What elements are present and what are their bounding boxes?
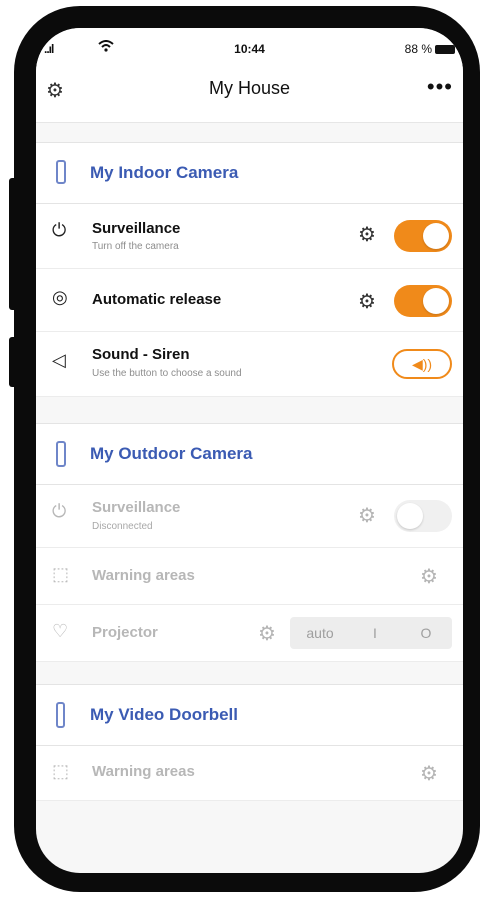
- projector-mode-off[interactable]: O: [400, 617, 452, 649]
- power-icon: ⏻: [52, 501, 67, 521]
- surveillance-toggle[interactable]: [394, 220, 452, 252]
- phone-side-button-small: [9, 337, 17, 387]
- row-automatic-release: ◎ Automatic release ⚙: [36, 269, 463, 332]
- projector-mode-selector: auto I O: [290, 617, 452, 649]
- row-outdoor-warning-areas[interactable]: ⬚ Warning areas ⚙: [36, 548, 463, 605]
- row-sublabel: Disconnected: [92, 521, 153, 532]
- projector-settings-icon[interactable]: ⚙: [258, 621, 276, 646]
- row-sound-siren: ◁ Sound - Siren Use the button to choose…: [36, 332, 463, 397]
- power-icon: ⏻: [52, 220, 67, 240]
- battery-percent: 88 %: [404, 42, 432, 56]
- row-label: Projector: [92, 624, 158, 641]
- choose-sound-button[interactable]: ◀)): [392, 349, 452, 379]
- app-screen: ..ıl 10:44 88 % ⚙ My House ••• My Indoor…: [36, 28, 463, 873]
- toggle-knob: [397, 503, 423, 529]
- toggle-knob: [423, 288, 449, 314]
- row-label: Surveillance: [92, 499, 181, 516]
- outdoor-camera-title: My Outdoor Camera: [90, 444, 253, 463]
- warning-area-icon: ⬚: [52, 761, 70, 781]
- row-doorbell-warning-areas[interactable]: ⬚ Warning areas ⚙: [36, 746, 463, 801]
- doorbell-warning-settings-icon[interactable]: ⚙: [420, 761, 438, 786]
- battery-indicator: 88 %: [405, 42, 455, 56]
- outdoor-camera-icon: [56, 441, 66, 467]
- row-projector: ♡ Projector ⚙ auto I O: [36, 605, 463, 662]
- projector-mode-auto[interactable]: auto: [290, 617, 350, 649]
- row-label: Automatic release: [92, 291, 222, 308]
- app-header: ⚙ My House •••: [36, 64, 463, 123]
- speaker-icon: ◁: [52, 350, 66, 370]
- status-time: 10:44: [234, 42, 265, 56]
- section-indoor-camera[interactable]: My Indoor Camera: [36, 142, 463, 204]
- toggle-knob: [423, 223, 449, 249]
- projector-mode-on[interactable]: I: [350, 617, 400, 649]
- outdoor-surveillance-toggle[interactable]: [394, 500, 452, 532]
- automatic-release-toggle[interactable]: [394, 285, 452, 317]
- speaker-icon: ◀)): [411, 356, 433, 372]
- page-title: My House: [208, 78, 291, 98]
- more-icon[interactable]: •••: [427, 74, 453, 100]
- warning-area-icon: ⬚: [52, 564, 70, 584]
- battery-icon: [435, 44, 455, 54]
- status-bar: ..ıl 10:44 88 %: [36, 28, 463, 64]
- lightbulb-icon: ♡: [52, 621, 69, 641]
- warning-areas-settings-icon[interactable]: ⚙: [420, 564, 438, 589]
- section-video-doorbell[interactable]: My Video Doorbell: [36, 684, 463, 746]
- row-sublabel: Turn off the camera: [92, 241, 179, 252]
- indoor-camera-title: My Indoor Camera: [90, 163, 239, 182]
- row-outdoor-surveillance: ⏻ Surveillance Disconnected ⚙: [36, 485, 463, 548]
- doorbell-title: My Video Doorbell: [90, 705, 238, 724]
- surveillance-settings-icon[interactable]: ⚙: [358, 222, 376, 247]
- row-label: Surveillance: [92, 220, 181, 237]
- section-outdoor-camera[interactable]: My Outdoor Camera: [36, 423, 463, 485]
- row-indoor-surveillance: ⏻ Surveillance Turn off the camera ⚙: [36, 204, 463, 269]
- row-label: Warning areas: [92, 567, 195, 584]
- row-sublabel: Use the button to choose a sound: [92, 368, 242, 379]
- indoor-camera-icon: [56, 160, 66, 184]
- release-icon: ◎: [52, 287, 68, 307]
- automatic-release-settings-icon[interactable]: ⚙: [358, 289, 376, 314]
- doorbell-icon: [56, 702, 65, 728]
- row-label: Warning areas: [92, 763, 195, 780]
- phone-side-button: [9, 178, 17, 310]
- row-label: Sound - Siren: [92, 346, 190, 363]
- outdoor-surveillance-settings-icon[interactable]: ⚙: [358, 503, 376, 528]
